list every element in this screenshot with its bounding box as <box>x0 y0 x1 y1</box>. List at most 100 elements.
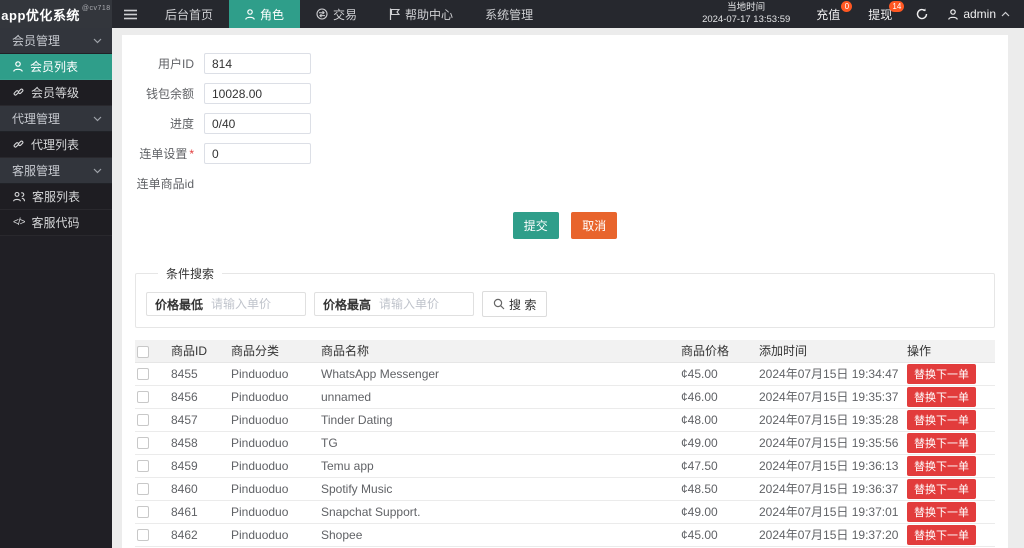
recharge-label: 充值 <box>816 7 841 22</box>
replace-next-order-button[interactable]: 替换下一单 <box>907 363 976 384</box>
cell-price: ¢47.50 <box>679 454 757 478</box>
row-checkbox[interactable] <box>137 414 149 427</box>
col-header-added-time: 添加时间 <box>757 340 905 363</box>
nav-tab-help-center[interactable]: 帮助中心 <box>373 0 469 28</box>
user-menu[interactable]: admin <box>938 0 1024 28</box>
sidebar-group-agent-management[interactable]: 代理管理 <box>0 106 112 132</box>
sidebar-item-member-level[interactable]: 会员等级 <box>0 80 112 106</box>
progress-input[interactable] <box>204 113 311 134</box>
cell-category: Pinduoduo <box>229 454 319 478</box>
person-icon <box>13 61 23 72</box>
user-id-input[interactable] <box>204 53 311 74</box>
col-header-product-name: 商品名称 <box>319 340 679 363</box>
search-icon <box>493 298 505 310</box>
row-checkbox[interactable] <box>137 391 149 404</box>
goods-table-wrap: 商品ID 商品分类 商品名称 商品价格 添加时间 操作 8455 Pinduod… <box>135 340 995 548</box>
chain-order-setting-input[interactable] <box>204 143 311 164</box>
table-header-row: 商品ID 商品分类 商品名称 商品价格 添加时间 操作 <box>135 340 995 363</box>
nav-tab-trade[interactable]: 交易 <box>300 0 373 28</box>
sidebar-group-member-management[interactable]: 会员管理 <box>0 28 112 54</box>
select-all-checkbox[interactable] <box>137 345 149 358</box>
cell-category: Pinduoduo <box>229 500 319 524</box>
replace-next-order-button[interactable]: 替换下一单 <box>907 501 976 522</box>
cell-added-time: 2024年07月15日 19:35:56 <box>757 431 905 455</box>
cell-category: Pinduoduo <box>229 523 319 547</box>
wallet-balance-input[interactable] <box>204 83 311 104</box>
sidebar-item-agent-list[interactable]: 代理列表 <box>0 132 112 158</box>
sidebar-item-label: 会员列表 <box>30 60 79 74</box>
cell-product-id: 8460 <box>169 477 229 501</box>
chevron-down-icon <box>93 168 102 173</box>
sidebar-item-label: 客服列表 <box>32 190 81 204</box>
cell-product-id: 8458 <box>169 431 229 455</box>
sidebar-group-service-management[interactable]: 客服管理 <box>0 158 112 184</box>
flag-icon <box>389 8 401 20</box>
table-row: 8462 Pinduoduo Shopee ¢45.00 2024年07月15日… <box>135 523 995 547</box>
field-label: 钱包余额 <box>145 87 194 101</box>
replace-next-order-button[interactable]: 替换下一单 <box>907 432 976 453</box>
search-button[interactable]: 搜 索 <box>482 291 548 317</box>
sidebar-item-service-code[interactable]: </> 客服代码 <box>0 210 112 236</box>
form-row-user-id: 用户ID <box>122 53 1008 74</box>
nav-tab-label: 系统管理 <box>485 7 534 22</box>
chevron-up-icon <box>1001 11 1010 17</box>
field-label-text: 连单设置 <box>139 147 188 161</box>
required-asterisk: * <box>189 147 194 161</box>
sidebar-group-label: 会员管理 <box>12 34 61 48</box>
cancel-button[interactable]: 取消 <box>571 212 618 239</box>
app-logo: app优化系统 @cv718 <box>0 0 112 28</box>
price-max-group: 价格最高 <box>314 292 475 316</box>
col-header-price: 商品价格 <box>679 340 757 363</box>
sidebar-item-service-list[interactable]: 客服列表 <box>0 184 112 210</box>
row-checkbox[interactable] <box>137 460 149 473</box>
price-max-input[interactable] <box>379 297 466 311</box>
table-row: 8458 Pinduoduo TG ¢49.00 2024年07月15日 19:… <box>135 431 995 455</box>
replace-next-order-button[interactable]: 替换下一单 <box>907 409 976 430</box>
replace-next-order-button[interactable]: 替换下一单 <box>907 455 976 476</box>
recharge-button[interactable]: 充值 0 <box>802 0 854 28</box>
cell-price: ¢45.00 <box>679 523 757 547</box>
cell-price: ¢46.00 <box>679 385 757 409</box>
field-label: 连单商品id <box>136 177 194 191</box>
replace-next-order-button[interactable]: 替换下一单 <box>907 524 976 545</box>
withdraw-button[interactable]: 提现 14 <box>854 0 906 28</box>
row-checkbox[interactable] <box>137 529 149 542</box>
col-header-actions: 操作 <box>905 340 995 363</box>
submit-button[interactable]: 提交 <box>512 212 559 239</box>
price-min-input[interactable] <box>211 297 298 311</box>
cell-added-time: 2024年07月15日 19:35:28 <box>757 408 905 432</box>
row-checkbox[interactable] <box>137 437 149 450</box>
sidebar: 会员管理 会员列表 会员等级 代理管理 代理列表 客服管理 客服列表 </> 客… <box>0 28 112 548</box>
cell-product-id: 8459 <box>169 454 229 478</box>
local-time-value: 2024-07-17 13:53:59 <box>702 14 791 25</box>
nav-tab-roles[interactable]: 角色 <box>229 0 301 28</box>
table-row: 8457 Pinduoduo Tinder Dating ¢48.00 2024… <box>135 408 995 432</box>
field-label: 用户ID <box>157 57 194 71</box>
replace-next-order-button[interactable]: 替换下一单 <box>907 386 976 407</box>
price-min-label: 价格最低 <box>155 297 204 312</box>
sidebar-item-member-list[interactable]: 会员列表 <box>0 54 112 80</box>
local-time: 当地时间 2024-07-17 13:53:59 <box>690 0 802 28</box>
row-checkbox[interactable] <box>137 368 149 381</box>
search-fieldset: 条件搜索 价格最低 价格最高 搜 索 <box>135 265 995 328</box>
sidebar-item-label: 会员等级 <box>31 86 80 100</box>
row-checkbox[interactable] <box>137 483 149 496</box>
user-name: admin <box>963 7 996 21</box>
form-row-chain-order-setting: 连单设置 * <box>122 143 1008 164</box>
person-icon <box>245 8 255 20</box>
cell-product-id: 8462 <box>169 523 229 547</box>
topbar-right-cluster: 当地时间 2024-07-17 13:53:59 充值 0 提现 14 admi… <box>690 0 1024 28</box>
top-navbar: app优化系统 @cv718 后台首页 角色 交易 帮助中心 系统管理 当地时间… <box>0 0 1024 28</box>
nav-tab-dashboard[interactable]: 后台首页 <box>149 0 229 28</box>
field-label: 连单设置 * <box>122 145 204 162</box>
nav-tab-system[interactable]: 系统管理 <box>469 0 549 28</box>
cell-product-id: 8455 <box>169 362 229 386</box>
cell-product-name: WhatsApp Messenger <box>319 362 679 386</box>
collapse-menu-button[interactable] <box>112 0 149 28</box>
refresh-button[interactable] <box>906 0 938 28</box>
local-time-label: 当地时间 <box>727 2 766 13</box>
content-card: 用户ID 钱包余额 进度 连单设置* 连单商品id 提交 取消 <box>122 35 1008 548</box>
replace-next-order-button[interactable]: 替换下一单 <box>907 478 976 499</box>
sidebar-item-label: 代理列表 <box>31 138 80 152</box>
row-checkbox[interactable] <box>137 506 149 519</box>
